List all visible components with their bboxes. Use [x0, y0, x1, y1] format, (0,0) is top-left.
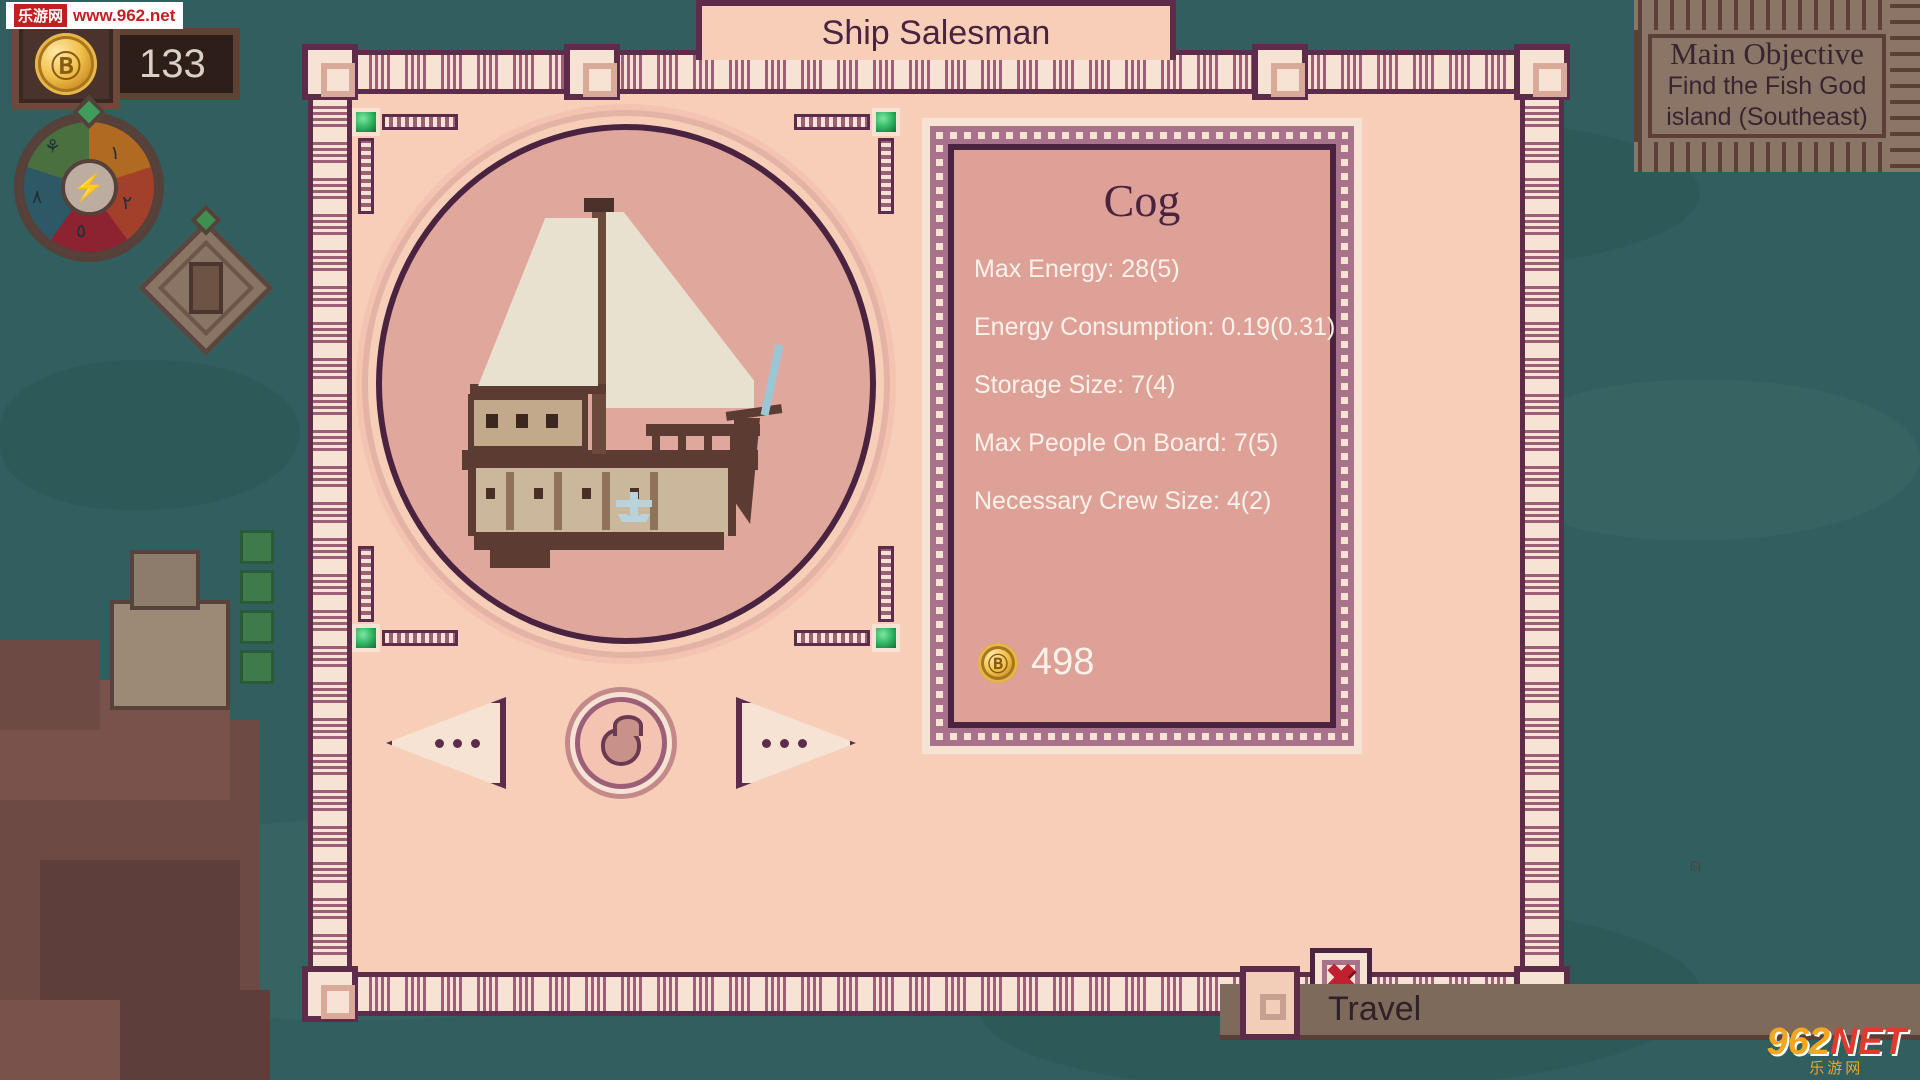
cloud: [0, 360, 300, 510]
portrait-figure: [189, 262, 223, 314]
ship-price: Ⓑ 498: [978, 641, 1094, 684]
watermark-logo-number: 962: [1766, 1021, 1830, 1063]
objective-border-right: [1890, 0, 1920, 172]
ship-salesman-dialog: Ship Salesman Cog Max Energy: 28(5) Ener…: [286, 0, 1586, 1038]
travel-label: Travel: [1328, 990, 1422, 1028]
objective-text-line-2: island (Southeast): [1666, 103, 1868, 132]
page-title: Ship Salesman: [821, 13, 1051, 52]
main-objective-panel: Main Objective Find the Fish God island …: [1634, 0, 1920, 172]
watermark-cn-label: 乐游网: [14, 4, 68, 27]
frame-corner-bottom-right: [794, 546, 904, 656]
travel-button[interactable]: [1240, 966, 1300, 1040]
wheel-segment-wood: ⚘: [44, 137, 62, 158]
wheel-segment-metal: ٥: [76, 221, 87, 242]
frame-corner-bottom-left: [348, 546, 458, 656]
objective-body: Main Objective Find the Fish God island …: [1648, 34, 1886, 138]
stats-panel-body: Cog Max Energy: 28(5) Energy Consumption…: [948, 144, 1336, 728]
coin-icon-box: Ⓑ: [12, 18, 120, 110]
objective-border-bottom: [1634, 142, 1920, 172]
ship-navigation-row: [386, 688, 856, 798]
gold-coin-icon: Ⓑ: [35, 33, 97, 95]
watermark-logo: 962NET: [1767, 1023, 1906, 1061]
arrow-left-icon[interactable]: [386, 697, 506, 789]
frame-corner-top-right: [794, 104, 904, 214]
watermark-url: www.962.net: [73, 5, 176, 25]
frame-corner-top-left: [348, 104, 458, 214]
arrow-right-icon[interactable]: [736, 697, 856, 789]
ship-price-value: 498: [1031, 641, 1095, 683]
ship-stats-panel: Cog Max Energy: 28(5) Energy Consumption…: [922, 118, 1362, 754]
watermark-logo-accent: NET: [1830, 1021, 1906, 1063]
dialog-corner-bottom-left: [302, 966, 358, 1022]
element-wheel[interactable]: ⚘ ١ ٢ ٥ ٨ ⚡: [14, 95, 164, 262]
objective-border-top: [1634, 0, 1920, 30]
money-bag-icon[interactable]: [575, 697, 667, 789]
objective-text-line-1: Find the Fish God: [1667, 72, 1867, 101]
watermark-logo-sub: 乐游网: [1809, 1060, 1864, 1077]
watermark-top: 乐游网 www.962.net: [6, 2, 184, 29]
wheel-segment-earth: ٢: [122, 193, 133, 214]
player-currency: Ⓑ 133: [12, 18, 240, 110]
portrait-inner-frame: [157, 239, 255, 337]
travel-button-icon: [1260, 994, 1286, 1020]
coin-count-value: 133: [139, 41, 206, 86]
dialog-border-left: [308, 84, 352, 982]
dialog-title-tab: Ship Salesman: [696, 0, 1176, 60]
ship-preview-area: [352, 108, 900, 674]
stat-crew-size: Necessary Crew Size: 4(2): [974, 487, 1272, 515]
wheel-segment-fire: ١: [110, 143, 121, 164]
wheel-segment-water: ٨: [32, 187, 43, 208]
watermark-bottom: 962NET 乐游网: [1767, 1023, 1906, 1076]
stat-storage-size: Storage Size: 7(4): [974, 371, 1176, 399]
dialog-tab-right: [1252, 44, 1308, 100]
dialog-border-right: [1520, 84, 1564, 982]
lightning-bolt-icon: ⚡: [60, 158, 118, 216]
gold-coin-icon: Ⓑ: [978, 642, 1018, 683]
dialog-corner-top-right: [1514, 44, 1570, 100]
bird-icon: ⍝: [1690, 855, 1701, 875]
island-terrain: [0, 530, 300, 1080]
stat-max-energy: Max Energy: 28(5): [974, 255, 1180, 283]
ship-name: Cog: [1103, 175, 1181, 226]
objective-title: Main Objective: [1670, 36, 1864, 72]
coin-count: 133: [110, 28, 240, 100]
dialog-tab-left: [564, 44, 620, 100]
ship-artwork: [434, 192, 834, 592]
stat-max-people: Max People On Board: 7(5): [974, 429, 1279, 457]
stat-energy-consumption: Energy Consumption: 0.19(0.31): [974, 313, 1336, 341]
dialog-corner-top-left: [302, 44, 358, 100]
